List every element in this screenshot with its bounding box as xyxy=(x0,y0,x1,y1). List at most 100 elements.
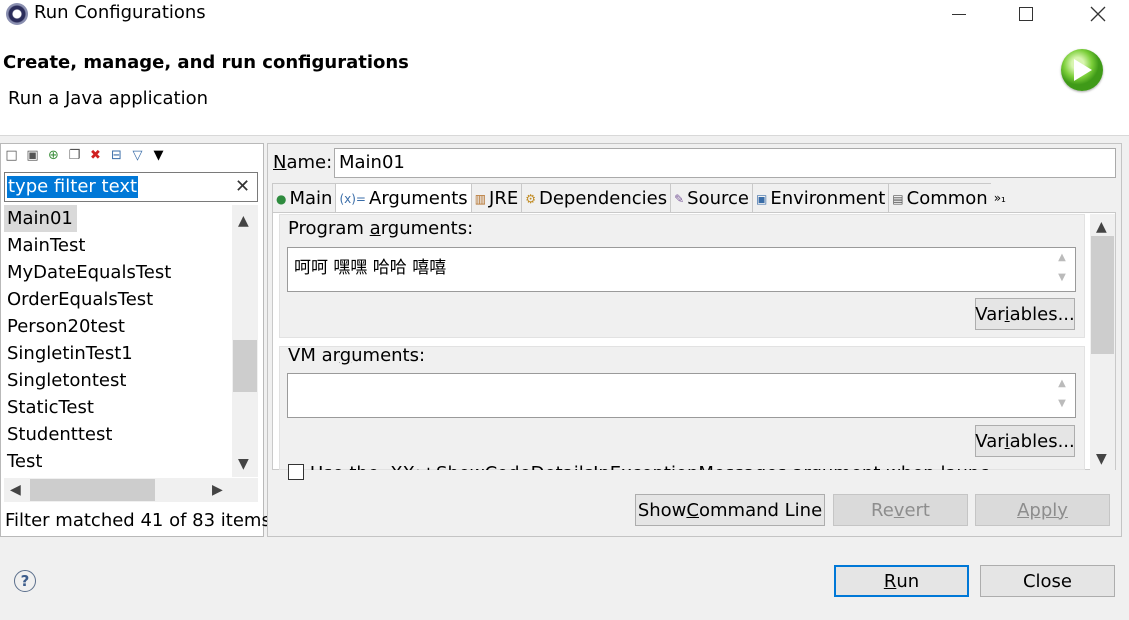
program-args-scroll[interactable]: ▲ ▼ xyxy=(1051,248,1073,291)
tab-bar: ● Main (x)= Arguments ▥ JRE ⚙ Dependencies ✎… xyxy=(272,183,1009,213)
close-button[interactable]: Close xyxy=(980,565,1115,597)
name-label-mnemonic: N xyxy=(273,152,287,173)
view-menu-icon[interactable]: ▼ xyxy=(151,148,166,163)
list-item[interactable]: SingletinTest1 xyxy=(4,340,232,367)
tab-scroll-thumb[interactable] xyxy=(1091,236,1114,354)
btn-mnemonic: R xyxy=(883,570,897,592)
list-item-label[interactable]: Main01 xyxy=(4,205,77,232)
revert-button[interactable]: Re v ert xyxy=(833,494,968,526)
scroll-down-icon[interactable]: ▼ xyxy=(238,456,249,472)
tab-label: Common xyxy=(906,188,988,209)
list-item[interactable]: Studenttest xyxy=(4,421,232,448)
list-item[interactable]: MainTest xyxy=(4,232,232,259)
name-input[interactable]: Main01 xyxy=(334,148,1116,178)
tab-main[interactable]: ● Main xyxy=(272,183,337,213)
scroll-up-icon[interactable]: ▲ xyxy=(238,213,249,229)
scroll-up-icon[interactable]: ▲ xyxy=(1096,219,1107,235)
vm-arguments-textarea[interactable] xyxy=(287,373,1076,418)
tab-environment[interactable]: ▣ Environment xyxy=(752,183,890,213)
label-mnemonic: a xyxy=(369,218,381,239)
tab-overflow-button[interactable]: »₁ xyxy=(990,183,1009,213)
show-code-details-checkbox[interactable] xyxy=(288,464,304,480)
help-icon[interactable]: ? xyxy=(14,570,36,592)
tab-jre[interactable]: ▥ JRE xyxy=(470,183,523,213)
tab-label: Source xyxy=(687,188,749,209)
duplicate-icon[interactable]: ❐ xyxy=(67,148,82,163)
label-part: uments: xyxy=(351,345,426,366)
close-icon xyxy=(1090,6,1106,22)
scroll-left-icon[interactable]: ◀ xyxy=(10,482,21,498)
tab-label: Environment xyxy=(770,188,886,209)
export-icon[interactable]: ⊕ xyxy=(46,148,61,163)
list-item[interactable]: Main01 xyxy=(4,205,232,232)
filter-input-text[interactable]: type filter text xyxy=(7,176,139,198)
minimize-button[interactable] xyxy=(936,0,982,28)
btn-text: Apply xyxy=(1017,499,1068,521)
name-label-text: ame: xyxy=(286,152,333,173)
btn-text: Re xyxy=(871,499,894,521)
minimize-icon xyxy=(952,13,966,15)
environment-tab-icon: ▣ xyxy=(756,191,768,206)
scroll-right-icon[interactable]: ▶ xyxy=(212,482,223,498)
dialog-header xyxy=(0,28,1129,136)
list-item[interactable]: Person20test xyxy=(4,313,232,340)
btn-text: Var xyxy=(975,430,1005,452)
vm-variables-button[interactable]: Var i ables... xyxy=(975,425,1075,457)
arguments-tab-icon: (x)= xyxy=(339,191,366,206)
list-scroll-thumb[interactable] xyxy=(233,340,257,392)
header-title: Create, manage, and run configurations xyxy=(3,52,409,73)
vm-arguments-label: VM arguments: xyxy=(288,345,425,366)
close-window-button[interactable] xyxy=(1075,0,1121,28)
tab-arguments[interactable]: (x)= Arguments xyxy=(335,183,472,213)
label-mnemonic: g xyxy=(339,345,352,366)
collapse-all-icon[interactable]: ⊟ xyxy=(109,148,124,163)
list-hscroll-thumb[interactable] xyxy=(30,479,155,501)
clear-filter-icon[interactable]: ✕ xyxy=(235,176,250,197)
tab-dependencies[interactable]: ⚙ Dependencies xyxy=(521,183,672,213)
source-tab-icon: ✎ xyxy=(674,191,685,206)
btn-text: un xyxy=(896,570,920,592)
filter-icon[interactable]: ▽ xyxy=(130,148,145,163)
name-label: Name: xyxy=(273,152,332,173)
apply-button[interactable]: Apply xyxy=(975,494,1110,526)
left-toolbar: □ ▣ ⊕ ❐ ✖ ⊟ ▽ ▼ xyxy=(4,145,166,165)
new-configuration-icon[interactable]: □ xyxy=(4,148,19,163)
label-part: VM ar xyxy=(288,345,340,366)
program-arguments-textarea[interactable]: 呵呵 嘿嘿 哈哈 嘻嘻 xyxy=(287,247,1076,292)
header-subtitle: Run a Java application xyxy=(8,88,209,109)
list-item[interactable]: StaticTest xyxy=(4,394,232,421)
tab-label: Dependencies xyxy=(539,188,668,209)
tab-common[interactable]: ▤ Common xyxy=(888,183,992,213)
label-part: Program xyxy=(288,218,370,239)
eclipse-app-icon xyxy=(6,3,28,25)
play-icon xyxy=(1074,59,1092,81)
common-tab-icon: ▤ xyxy=(892,191,904,206)
label-part: rguments: xyxy=(380,218,474,239)
delete-icon[interactable]: ✖ xyxy=(88,148,103,163)
program-variables-button[interactable]: Var i ables... xyxy=(975,298,1075,330)
show-code-details-label: Use the -XX:+ShowCodeDetailsInExceptionM… xyxy=(310,461,990,470)
run-button[interactable]: Run xyxy=(834,565,969,597)
tab-source[interactable]: ✎ Source xyxy=(670,183,753,213)
maximize-button[interactable] xyxy=(1003,0,1049,28)
btn-mnemonic: C xyxy=(686,499,699,521)
configuration-list: Main01 MainTest MyDateEqualsTest OrderEq… xyxy=(4,205,232,477)
vm-args-scroll[interactable]: ▲ ▼ xyxy=(1051,374,1073,417)
program-arguments-label: Program arguments: xyxy=(288,218,473,239)
show-command-line-button[interactable]: Show Command Line xyxy=(635,494,825,526)
btn-text: ables... xyxy=(1009,430,1075,452)
list-item[interactable]: Test xyxy=(4,448,232,475)
tab-label: Main xyxy=(289,188,333,209)
tab-label: JRE xyxy=(489,188,519,209)
list-item[interactable]: Singletontest xyxy=(4,367,232,394)
jre-tab-icon: ▥ xyxy=(474,191,487,206)
filter-status: Filter matched 41 of 83 items xyxy=(5,510,271,531)
btn-text: ert xyxy=(904,499,930,521)
btn-text: ables... xyxy=(1009,303,1075,325)
scroll-down-icon[interactable]: ▼ xyxy=(1096,451,1107,467)
list-item[interactable]: MyDateEqualsTest xyxy=(4,259,232,286)
new-prototype-icon[interactable]: ▣ xyxy=(25,148,40,163)
list-item[interactable]: OrderEqualsTest xyxy=(4,286,232,313)
btn-text: Show xyxy=(637,499,687,521)
window-title: Run Configurations xyxy=(34,2,206,23)
